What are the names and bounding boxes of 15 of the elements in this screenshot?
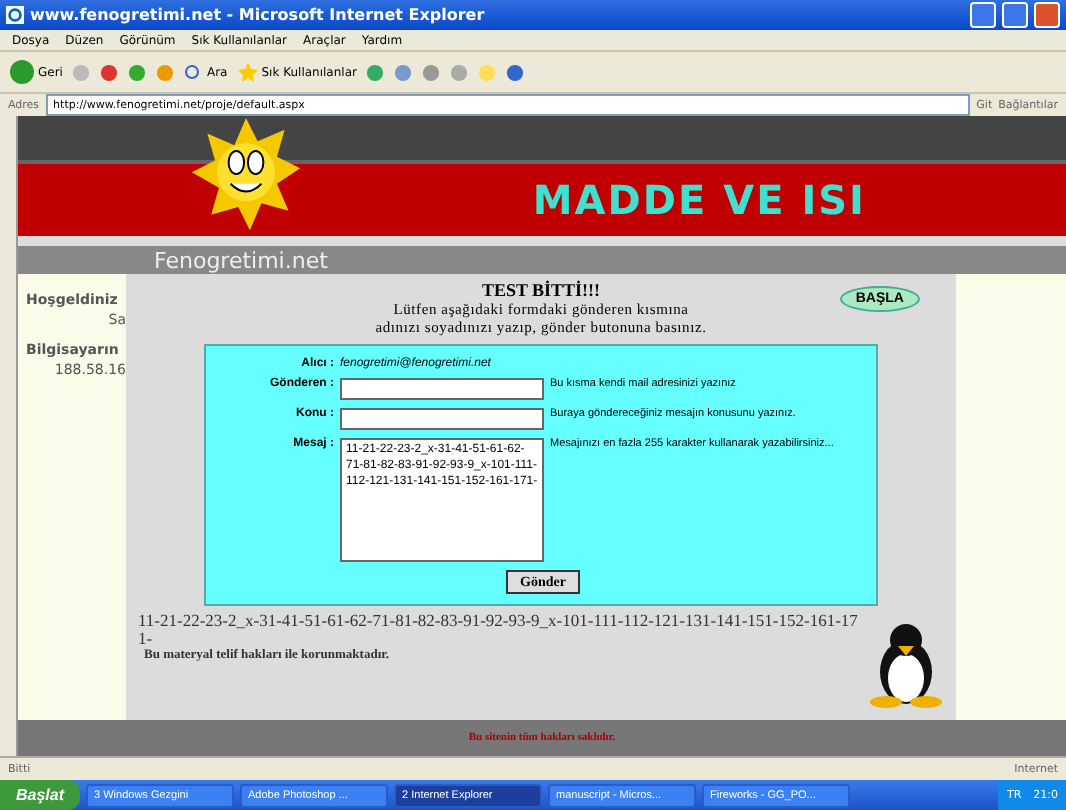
minimize-button[interactable] <box>970 2 996 28</box>
input-field[interactable] <box>340 378 544 400</box>
site-name: Fenogretimi.net <box>154 247 328 273</box>
input-field[interactable] <box>340 408 544 430</box>
star-icon <box>237 62 258 82</box>
page-title: MADDE VE ISI <box>532 176 866 224</box>
window-title: www.fenogretimi.net - Microsoft Internet Explorer <box>30 6 487 24</box>
heading: TEST BİTTİ!!! <box>481 280 601 300</box>
maximize-button[interactable] <box>1002 2 1028 28</box>
penguin-mascot-drawing <box>864 620 948 708</box>
answer-text: 11-21-22-23-2_x-31-41-51-61-62-71-81-82-83-91-92-93-9_x-101-111-112-121-131-141-151-152-161-171- <box>138 612 858 648</box>
search-icon <box>184 63 203 81</box>
close-button[interactable] <box>1034 2 1060 28</box>
start-button[interactable]: Başlat <box>0 780 81 810</box>
browser-icon <box>6 6 24 24</box>
